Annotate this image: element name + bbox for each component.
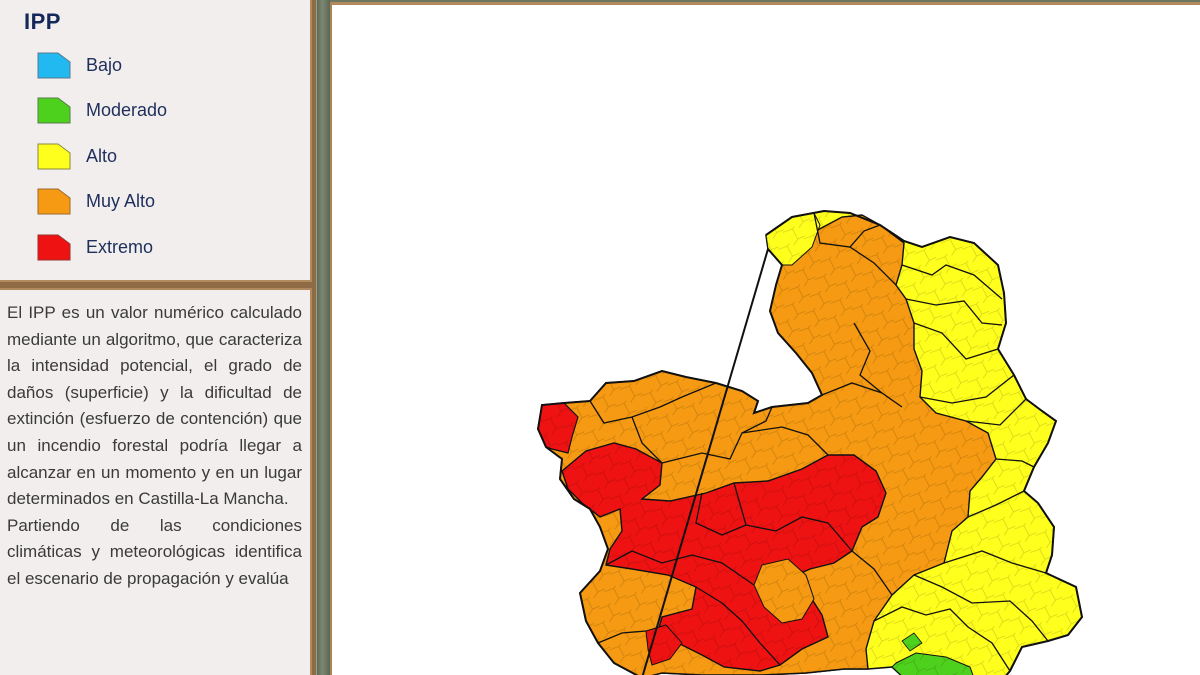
- fire-risk-map[interactable]: [332, 5, 1200, 675]
- legend-label-extremo: Extremo: [86, 236, 154, 257]
- legend-label-alto: Alto: [86, 145, 118, 166]
- legend-label-bajo: Bajo: [86, 54, 123, 75]
- left-column: IPP Bajo Moderado Alto Muy Alto Extremo …: [0, 0, 316, 675]
- legend-swatch-icon: [37, 234, 71, 261]
- legend-swatch-icon: [37, 97, 71, 124]
- legend-swatch-icon: [37, 143, 71, 170]
- legend-title: IPP: [24, 9, 61, 34]
- description-paragraph-1: El IPP es un valor numérico calculado me…: [7, 303, 302, 509]
- map-panel[interactable]: [330, 2, 1200, 675]
- legend-item-alto: Alto: [34, 139, 294, 173]
- legend-item-extremo: Extremo: [34, 230, 294, 264]
- swatch-muy-alto: [37, 188, 71, 215]
- legend-swatch-icon: [37, 52, 71, 79]
- description-paragraph-2: Partiendo de las condiciones climáticas …: [7, 515, 302, 588]
- legend-label-muy-alto: Muy Alto: [86, 190, 156, 211]
- legend-panel: IPP Bajo Moderado Alto Muy Alto Extremo: [0, 0, 312, 282]
- panel-divider[interactable]: [316, 0, 330, 675]
- swatch-bajo: [37, 52, 71, 79]
- legend-label-moderado: Moderado: [86, 99, 168, 120]
- description-panel: El IPP es un valor numérico calculado me…: [0, 288, 312, 675]
- swatch-alto: [37, 143, 71, 170]
- legend-item-muy-alto: Muy Alto: [34, 184, 294, 218]
- legend-swatch-icon: [37, 188, 71, 215]
- swatch-moderado: [37, 97, 71, 124]
- swatch-extremo: [37, 234, 71, 261]
- legend-item-moderado: Moderado: [34, 93, 294, 127]
- legend-item-bajo: Bajo: [34, 48, 294, 82]
- description-text: El IPP es un valor numérico calculado me…: [7, 300, 302, 593]
